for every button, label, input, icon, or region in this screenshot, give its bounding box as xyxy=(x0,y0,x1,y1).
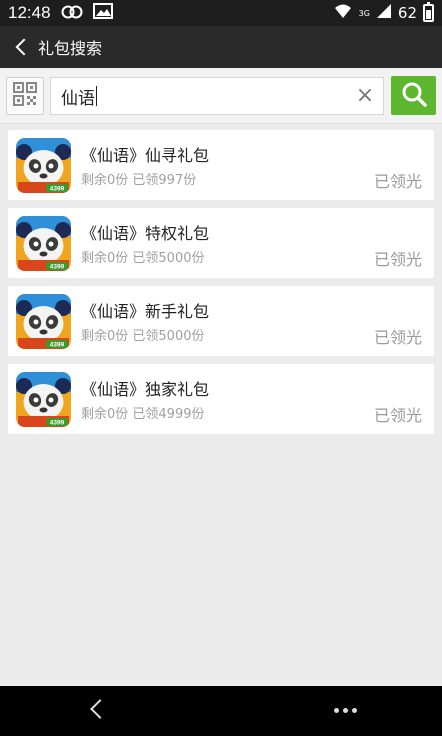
battery-icon xyxy=(423,2,434,22)
gift-list-item[interactable]: 4399 《仙语》独家礼包 剩余0份 已领4999份 已领光 xyxy=(8,364,434,434)
search-button[interactable] xyxy=(391,76,436,115)
gift-list-item[interactable]: 4399 《仙语》仙寻礼包 剩余0份 已领997份 已领光 xyxy=(8,130,434,200)
game-app-icon: 4399 xyxy=(16,294,71,349)
back-icon[interactable] xyxy=(90,699,110,719)
game-app-icon: 4399 xyxy=(16,216,71,271)
game-app-icon: 4399 xyxy=(16,372,71,427)
gift-title: 《仙语》特权礼包 xyxy=(81,224,210,243)
navigation-bar xyxy=(0,686,442,736)
gift-status: 已领光 xyxy=(373,172,422,191)
status-time: 12:48 xyxy=(8,3,51,22)
gift-title: 《仙语》新手礼包 xyxy=(81,302,210,321)
gift-status: 已领光 xyxy=(373,406,422,425)
status-bar: 12:48 3G 62 xyxy=(0,0,442,26)
gift-stock: 剩余0份 已领5000份 xyxy=(81,329,205,344)
image-icon xyxy=(92,3,113,23)
battery-level: 62 xyxy=(397,4,417,22)
svg-text:4399: 4399 xyxy=(50,420,65,427)
gift-stock: 剩余0份 已领997份 xyxy=(81,173,197,188)
gift-list: 4399 《仙语》仙寻礼包 剩余0份 已领997份 已领光 4399 《仙语》特… xyxy=(8,130,434,442)
qr-code-icon xyxy=(13,82,37,110)
signal-icon xyxy=(376,3,392,23)
network-type: 3G xyxy=(358,8,370,18)
svg-text:4399: 4399 xyxy=(50,264,65,271)
text-caret xyxy=(96,86,97,106)
more-icon[interactable] xyxy=(334,708,357,713)
search-icon xyxy=(401,81,427,111)
search-row: 仙语 × xyxy=(0,68,442,124)
gift-status: 已领光 xyxy=(373,328,422,347)
gift-list-item[interactable]: 4399 《仙语》特权礼包 剩余0份 已领5000份 已领光 xyxy=(8,208,434,278)
gift-list-item[interactable]: 4399 《仙语》新手礼包 剩余0份 已领5000份 已领光 xyxy=(8,286,434,356)
game-app-icon: 4399 xyxy=(16,138,71,193)
gift-title: 《仙语》独家礼包 xyxy=(81,380,210,399)
link-icon xyxy=(61,4,83,23)
wifi-icon xyxy=(333,3,353,23)
gift-stock: 剩余0份 已领4999份 xyxy=(81,407,205,422)
chevron-left-icon[interactable] xyxy=(15,38,33,56)
gift-status: 已领光 xyxy=(373,250,422,269)
clear-icon[interactable]: × xyxy=(355,85,375,107)
gift-title: 《仙语》仙寻礼包 xyxy=(81,146,210,165)
search-input[interactable]: 仙语 × xyxy=(50,77,384,115)
qr-scan-button[interactable] xyxy=(6,77,44,115)
search-input-value: 仙语 xyxy=(61,88,95,109)
page-title: 礼包搜索 xyxy=(38,39,103,58)
svg-text:4399: 4399 xyxy=(50,186,65,193)
title-bar: 礼包搜索 xyxy=(0,26,442,68)
svg-text:4399: 4399 xyxy=(50,342,65,349)
gift-stock: 剩余0份 已领5000份 xyxy=(81,251,205,266)
